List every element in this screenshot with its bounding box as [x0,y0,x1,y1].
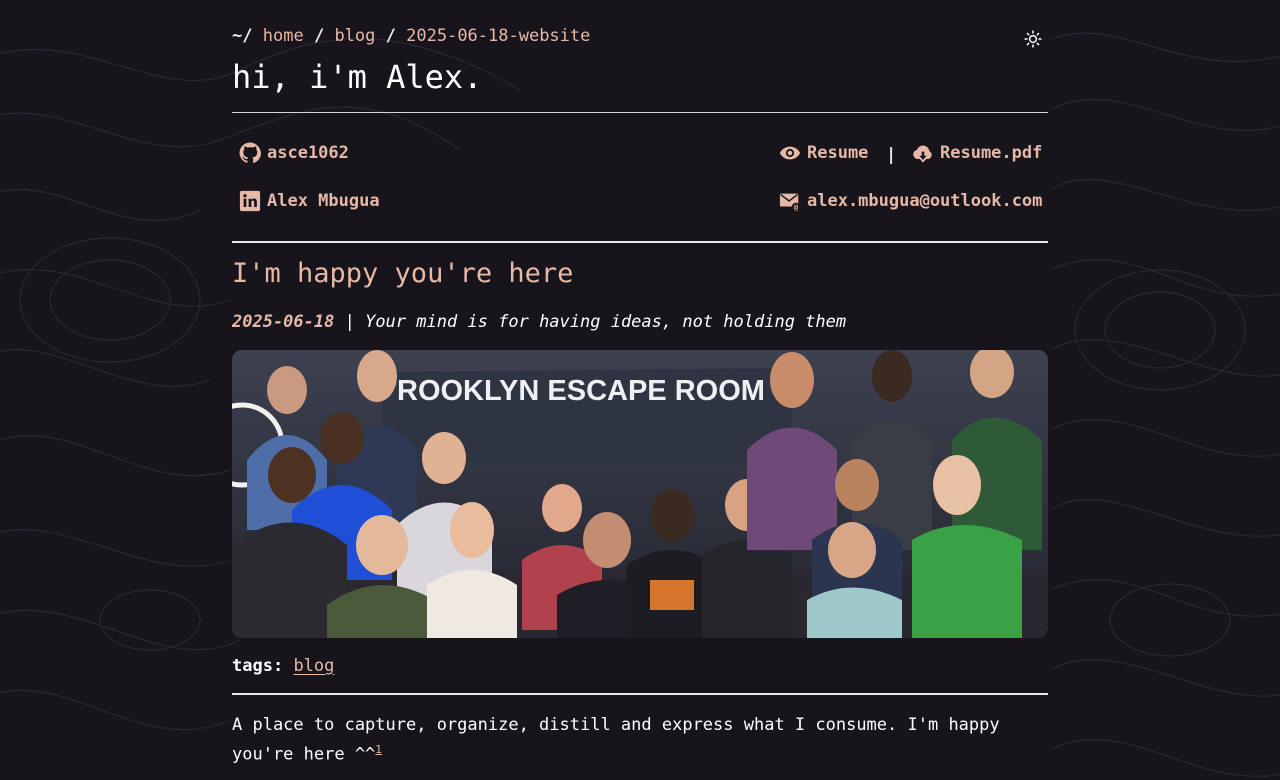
intro-paragraph: A place to capture, organize, distill an… [232,713,1048,767]
resume-pdf-download-link[interactable]: Resume.pdf [912,142,1042,164]
group-photo: ROOKLYN ESCAPE ROOM [232,350,1048,638]
link-separator: | [886,145,897,165]
post-meta: 2025-06-18 | Your mind is for having ide… [232,312,846,332]
site-title: hi, i'm Alex. [232,58,483,96]
breadcrumb-root: ~/ [232,26,253,46]
breadcrumb-current-page[interactable]: 2025-06-18-website [406,26,590,46]
divider [232,241,1048,243]
github-icon [239,142,261,163]
eye-icon [779,146,801,160]
breadcrumb-blog[interactable]: blog [334,26,375,46]
breadcrumb-separator: / [313,26,325,46]
linkedin-link[interactable]: Alex Mbugua [239,190,380,212]
breadcrumb: ~/ home / blog / 2025-06-18-website [232,26,590,46]
linkedin-name: Alex Mbugua [267,191,380,211]
post-date: 2025-06-18 [232,312,335,332]
email-address: alex.mbugua@outlook.com [807,191,1043,211]
footnote-link[interactable]: 1 [375,743,382,756]
tag-blog[interactable]: blog [293,656,334,676]
post-subtitle: Your mind is for having ideas, not holdi… [365,312,847,332]
intro-text: A place to capture, organize, distill an… [232,715,1000,765]
tags-label: tags: [232,656,284,676]
breadcrumb-home[interactable]: home [263,26,304,46]
post-meta-separator: | [334,312,366,332]
cloud-download-icon [913,145,932,163]
email-link[interactable]: @ alex.mbugua@outlook.com [779,190,1042,212]
divider [232,693,1048,695]
post-title: I'm happy you're here [232,258,574,289]
banner-text: ROOKLYN ESCAPE ROOM [397,375,765,407]
linkedin-icon [239,190,261,212]
sun-icon [1024,30,1042,48]
post-tags: tags: blog [232,656,334,676]
mail-icon: @ [779,193,801,212]
svg-text:@: @ [794,203,799,212]
resume-link[interactable]: Resume [779,142,868,164]
theme-toggle-button[interactable] [1022,28,1044,50]
post-hero-image: ROOKLYN ESCAPE ROOM [232,350,1048,638]
github-link[interactable]: asce1062 [239,142,349,164]
resume-pdf-label: Resume.pdf [940,143,1043,163]
divider [232,112,1048,113]
resume-label: Resume [807,143,869,163]
github-username: asce1062 [267,143,349,163]
breadcrumb-separator: / [385,26,396,46]
